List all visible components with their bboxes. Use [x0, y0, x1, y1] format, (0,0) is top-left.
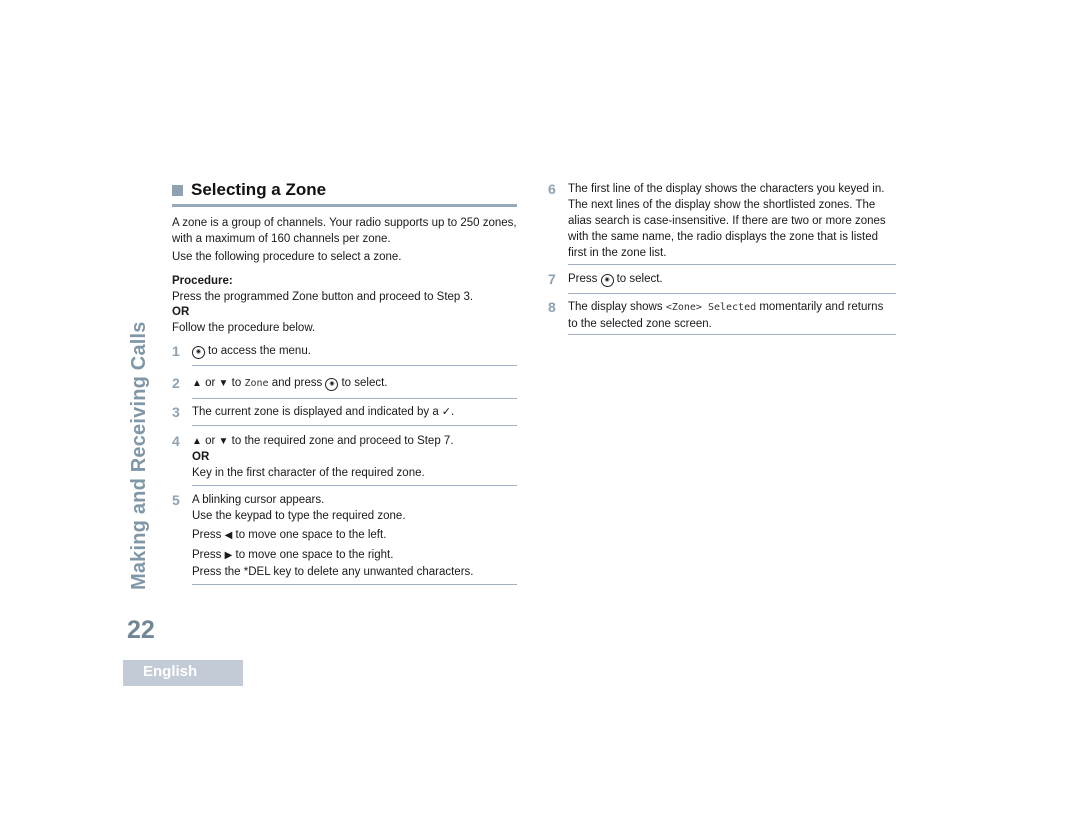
right-arrow-icon: ▶ — [224, 550, 233, 561]
intro-paragraph: Use the following procedure to select a … — [172, 251, 402, 263]
step-text: to access the menu. — [208, 345, 311, 357]
step-4: 4 ▲ or ▼ to the required zone and procee… — [172, 433, 517, 486]
up-arrow-icon: ▲ — [192, 378, 202, 389]
step-number: 7 — [548, 271, 556, 287]
step-number: 5 — [172, 492, 180, 508]
right-column: 6 The first line of the display shows th… — [548, 181, 896, 335]
step-8: 8 The display shows <Zone> Selected mome… — [548, 299, 896, 335]
or-label: OR — [172, 306, 190, 318]
step-5: 5 A blinking cursor appears. Use the key… — [172, 492, 517, 585]
section-title: Selecting a Zone — [191, 180, 327, 199]
intro-paragraph: A zone is a group of channels. Your radi… — [172, 217, 517, 245]
section-heading: Selecting a Zone — [172, 180, 517, 207]
left-column: Selecting a Zone A zone is a group of ch… — [172, 180, 517, 585]
down-arrow-icon: ▼ — [218, 378, 229, 389]
display-message: <Zone> Selected — [665, 302, 757, 313]
step-number: 3 — [172, 404, 180, 420]
step-1: 1 ◉ to access the menu. — [172, 343, 517, 366]
step-3: 3 The current zone is displayed and indi… — [172, 404, 517, 426]
step-6: 6 The first line of the display shows th… — [548, 181, 896, 265]
left-arrow-icon: ◀ — [224, 530, 233, 541]
step-number: 6 — [548, 181, 556, 197]
menu-ok-button-icon: ◉ — [600, 274, 614, 287]
heading-square-icon — [172, 184, 183, 196]
menu-item-zone: Zone — [244, 378, 269, 389]
checkmark-icon: ✓ — [441, 406, 451, 418]
menu-ok-button-icon: ◉ — [325, 378, 339, 391]
step-number: 8 — [548, 299, 556, 315]
page-number: 22 — [127, 616, 155, 644]
menu-ok-button-icon: ◉ — [192, 346, 205, 359]
down-arrow-icon: ▼ — [218, 436, 229, 447]
step-number: 2 — [172, 375, 180, 391]
procedure-line: Follow the procedure below. — [172, 322, 316, 334]
procedure-label: Procedure: — [172, 275, 233, 287]
chapter-side-title: Making and Receiving Calls — [128, 321, 150, 590]
step-number: 1 — [172, 343, 180, 359]
or-label: OR — [192, 451, 210, 463]
step-2: 2 ▲ or ▼ to Zone and press ◉ to select. — [172, 375, 517, 399]
procedure-line: Press the programmed Zone button and pro… — [172, 291, 474, 303]
up-arrow-icon: ▲ — [192, 436, 202, 447]
language-tab: English — [123, 660, 243, 686]
step-number: 4 — [172, 433, 180, 449]
step-7: 7 Press ◉ to select. — [548, 271, 896, 294]
